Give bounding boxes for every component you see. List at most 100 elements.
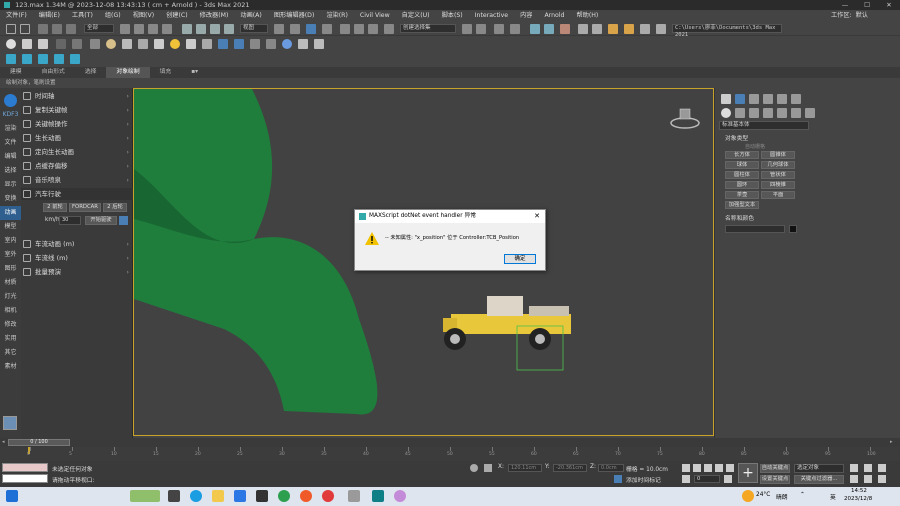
helpers-icon[interactable]: [777, 108, 787, 118]
textplus-button[interactable]: 加强型文本: [725, 201, 759, 209]
panel-item-car-drive[interactable]: 汽车行驶: [21, 188, 133, 200]
edit-named-sets-icon[interactable]: [384, 24, 394, 34]
manipulate-icon[interactable]: [290, 24, 300, 34]
frame-indicator[interactable]: 0 / 100: [8, 439, 70, 446]
nav-item-other[interactable]: 其它: [0, 346, 21, 360]
keyboard-shortcut-icon[interactable]: [306, 24, 316, 34]
menu-item-animation[interactable]: 动画(A): [234, 10, 267, 21]
box-button[interactable]: 长方体: [725, 151, 759, 159]
pivot-icon[interactable]: [274, 24, 284, 34]
sphere-button[interactable]: 球体: [725, 161, 759, 169]
undo-icon[interactable]: [6, 24, 16, 34]
cloud-icon[interactable]: [122, 39, 132, 49]
object-name-input[interactable]: [725, 225, 785, 233]
menu-item-graph-editors[interactable]: 图形编辑器(D): [268, 10, 321, 21]
lights-icon[interactable]: [749, 108, 759, 118]
bread-icon[interactable]: [106, 39, 116, 49]
menu-item-arnold[interactable]: Arnold: [538, 10, 570, 21]
render-iterative-icon[interactable]: [640, 24, 650, 34]
time-slider-prev-icon[interactable]: ◂: [2, 439, 5, 445]
menu-item-content[interactable]: 内容: [514, 10, 538, 21]
app-icon-d[interactable]: [348, 490, 360, 502]
task-view-icon[interactable]: [168, 490, 180, 502]
display-tab-icon[interactable]: [777, 94, 787, 104]
nav-item-assets[interactable]: 素材: [0, 360, 21, 374]
set-key-icon[interactable]: +: [738, 463, 758, 483]
goto-end-icon[interactable]: [726, 464, 734, 472]
curve-editor-icon[interactable]: [530, 24, 540, 34]
weather-icon[interactable]: [742, 490, 754, 502]
percent-snap-icon[interactable]: [354, 24, 364, 34]
maxscript-listener[interactable]: [2, 463, 48, 472]
car-name-button[interactable]: FORDCAR: [69, 203, 101, 212]
fov-icon[interactable]: [850, 475, 858, 483]
ribbon-toggle-icon[interactable]: ▪▾: [181, 67, 208, 78]
zoom-all-icon[interactable]: [864, 464, 872, 472]
browser-icon[interactable]: [300, 490, 312, 502]
cylinder-icon[interactable]: [38, 39, 48, 49]
move-icon[interactable]: [182, 24, 192, 34]
widgets-icon[interactable]: [130, 490, 160, 502]
menu-item-modifiers[interactable]: 修改器(M): [194, 10, 235, 21]
systems-icon[interactable]: [805, 108, 815, 118]
cylinder-button[interactable]: 圆柱体: [725, 171, 759, 179]
panel-item-music-fountain[interactable]: 音乐喷泉 ›: [21, 174, 133, 186]
nav-item-transform[interactable]: 变换: [0, 192, 21, 206]
tile-icon[interactable]: [234, 39, 244, 49]
dialog-close-button[interactable]: ✕: [534, 210, 540, 223]
scale-icon[interactable]: [210, 24, 220, 34]
modify-tab-icon[interactable]: [735, 94, 745, 104]
redo-icon[interactable]: [20, 24, 30, 34]
object-category-dropdown[interactable]: 标准基本体: [719, 121, 809, 130]
ribbon-tab-selection[interactable]: 选择: [75, 67, 107, 78]
ok-button[interactable]: 确定: [504, 254, 536, 264]
object-color-swatch[interactable]: [789, 225, 797, 233]
time-slider[interactable]: ◂ 0 / 100 ▸: [0, 438, 900, 447]
nav-item-interior[interactable]: 室内: [0, 234, 21, 248]
light-icon[interactable]: [186, 39, 196, 49]
maxscript-input[interactable]: [2, 474, 48, 483]
menu-item-help[interactable]: 帮助(H): [570, 10, 604, 21]
edge-icon[interactable]: [190, 490, 202, 502]
nav-item-kdf3[interactable]: KDF3: [0, 108, 21, 122]
front-wheel-button[interactable]: 2 前轮: [43, 203, 67, 212]
knot-icon[interactable]: [314, 39, 324, 49]
reference-coord-dropdown[interactable]: 视图: [240, 24, 268, 33]
set-key-button[interactable]: 设置关键点: [760, 475, 790, 484]
ribbon-tab-modeling[interactable]: 建模: [0, 67, 32, 78]
angle-snap-icon[interactable]: [340, 24, 350, 34]
add-time-tag[interactable]: 添加时间标记: [626, 475, 661, 484]
layers-icon[interactable]: [90, 39, 100, 49]
nav-item-modify[interactable]: 修改: [0, 318, 21, 332]
rear-wheel-button[interactable]: 2 后轮: [103, 203, 127, 212]
teapot-button[interactable]: 茶壶: [725, 191, 759, 199]
z-coordinate-field[interactable]: 0.0cm: [598, 464, 624, 472]
gem-icon[interactable]: [138, 39, 148, 49]
panel-item-timeline[interactable]: 时间轴 ›: [21, 90, 133, 102]
app-icon-c[interactable]: [322, 490, 334, 502]
panel-item-batch-preview[interactable]: 批量预演 ›: [21, 266, 133, 278]
box-icon[interactable]: [22, 39, 32, 49]
workspace-selector[interactable]: 工作区: 默认: [829, 10, 870, 21]
menu-item-edit[interactable]: 编辑(E): [33, 10, 66, 21]
panel-item-point-cache[interactable]: 点缓存偏移 ›: [21, 160, 133, 172]
goto-start-icon[interactable]: [682, 464, 690, 472]
nav-item-shapes[interactable]: 图形: [0, 262, 21, 276]
unlink-icon[interactable]: [52, 24, 62, 34]
current-frame-input[interactable]: 0: [694, 475, 720, 483]
folder-icon[interactable]: [656, 24, 666, 34]
select-object-icon[interactable]: [120, 24, 130, 34]
render-production-icon[interactable]: [608, 24, 618, 34]
menu-item-group[interactable]: 组(G): [99, 10, 127, 21]
render-active-icon[interactable]: [624, 24, 634, 34]
key-selection-dropdown[interactable]: 选定对象: [794, 464, 844, 473]
tool-e-icon[interactable]: [70, 54, 80, 64]
app-icon-b[interactable]: [278, 490, 290, 502]
key-filters-button[interactable]: 关键点过滤器...: [794, 475, 844, 484]
snap-icon[interactable]: [322, 24, 332, 34]
cameras-icon[interactable]: [763, 108, 773, 118]
render-frame-icon[interactable]: [592, 24, 602, 34]
nav-item-lights[interactable]: 灯光: [0, 290, 21, 304]
clock-date[interactable]: 2023/12/8: [844, 496, 872, 502]
named-selection-set-dropdown[interactable]: 创建选择集: [400, 24, 456, 33]
